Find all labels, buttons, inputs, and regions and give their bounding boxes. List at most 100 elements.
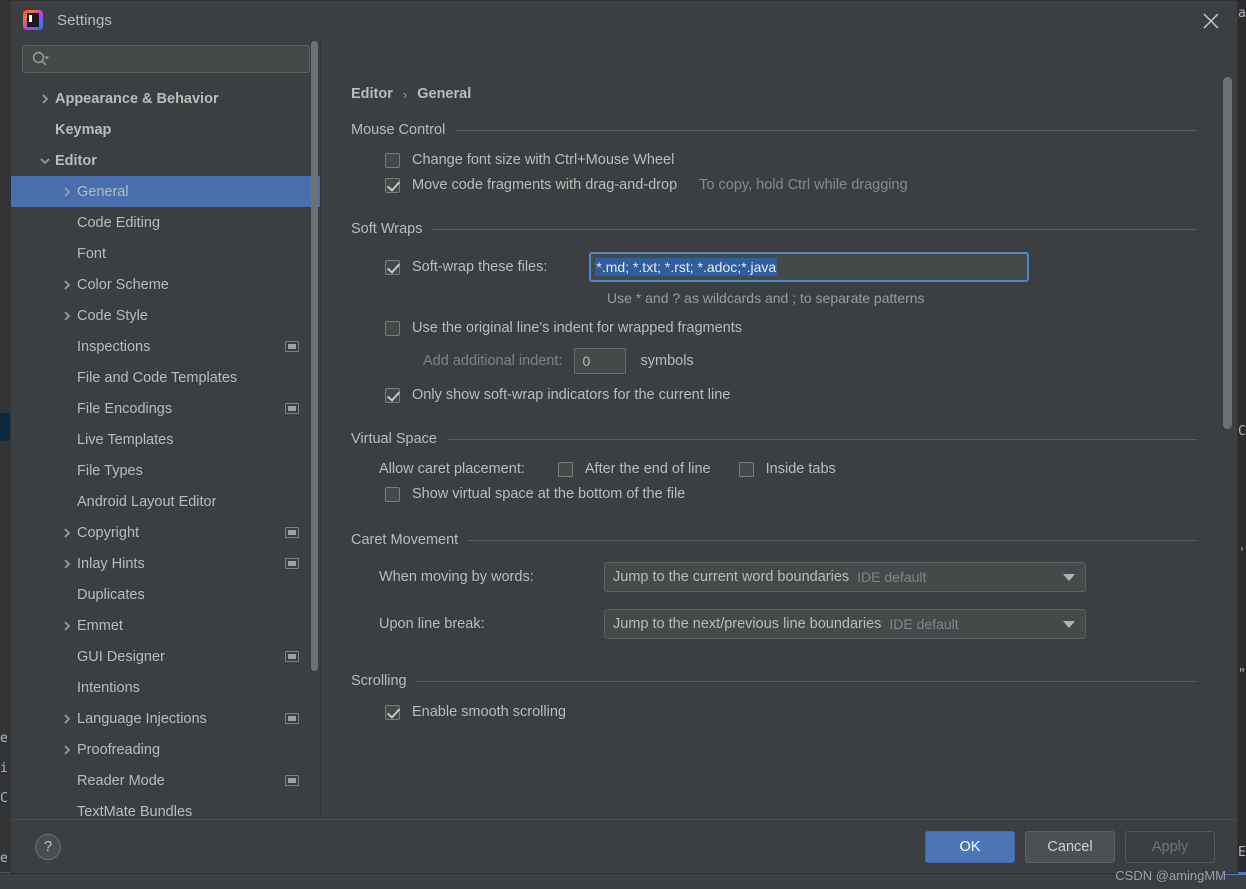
intellij-idea-icon [23,10,43,30]
checkbox-label[interactable]: Change font size with Ctrl+Mouse Wheel [412,152,674,168]
checkbox-label[interactable]: After the end of line [585,461,711,477]
project-settings-badge-icon [285,527,299,538]
when-moving-by-words-dropdown[interactable]: Jump to the current word boundaries IDE … [604,562,1086,592]
sidebar-item-android-layout-editor[interactable]: Android Layout Editor [11,486,321,517]
sidebar-item-label: Appearance & Behavior [55,90,219,107]
sidebar-scrollbar[interactable] [311,39,318,819]
wildcard-hint-row: Use * and ? as wildcards and ; to separa… [607,290,1237,306]
checkbox-show-virtual-space[interactable] [385,486,400,502]
sidebar-item-label: Keymap [55,121,112,138]
checkbox-soft-wrap-files[interactable] [385,259,400,275]
sidebar-item-code-editing[interactable]: Code Editing [11,207,321,238]
sidebar-item-reader-mode[interactable]: Reader Mode [11,765,321,796]
soft-wrap-patterns-input[interactable]: *.md; *.txt; *.rst; *.adoc;*.java [589,252,1030,282]
sidebar-item-label: Color Scheme [77,276,169,293]
sidebar-item-label: File Types [77,462,143,479]
sidebar-item-keymap[interactable]: Keymap [11,114,321,145]
upon-line-break-dropdown[interactable]: Jump to the next/previous line boundarie… [604,609,1086,639]
checkbox-label[interactable]: Only show soft-wrap indicators for the c… [412,387,730,403]
chevron-down-icon [1063,620,1075,628]
checkbox-row-move-code-fragments[interactable]: Move code fragments with drag-and-drop T… [385,177,1237,193]
sidebar-item-intentions[interactable]: Intentions [11,672,321,703]
sidebar-item-label: Inlay Hints [77,555,145,572]
dropdown-value: Jump to the next/previous line boundarie… [613,616,882,632]
sidebar-item-file-types[interactable]: File Types [11,455,321,486]
sidebar-item-color-scheme[interactable]: Color Scheme [11,269,321,300]
sidebar-scrollbar-thumb[interactable] [311,41,318,671]
chevron-right-icon[interactable] [61,558,73,570]
sidebar-item-textmate-bundles[interactable]: TextMate Bundles [11,796,321,820]
sidebar-item-editor[interactable]: Editor [11,145,321,176]
additional-indent-row[interactable]: Add additional indent: 0 symbols [423,348,1237,374]
soft-wrap-files-row[interactable]: Soft-wrap these files: *.md; *.txt; *.rs… [385,252,1237,282]
backdrop-right-edge [1238,0,1246,889]
chevron-right-icon[interactable] [61,620,73,632]
sidebar-item-code-style[interactable]: Code Style [11,300,321,331]
sidebar-item-proofreading[interactable]: Proofreading [11,734,321,765]
sidebar-item-gui-designer[interactable]: GUI Designer [11,641,321,672]
chevron-right-icon[interactable] [39,93,51,105]
checkbox-label[interactable]: Show virtual space at the bottom of the … [412,486,685,502]
original-indent-row[interactable]: Use the original line's indent for wrapp… [385,320,1237,336]
checkbox-label[interactable]: Move code fragments with drag-and-drop [412,177,677,193]
show-virtual-space-row[interactable]: Show virtual space at the bottom of the … [385,486,1237,502]
checkbox-after-end-of-line[interactable] [557,461,573,477]
checkbox-label[interactable]: Inside tabs [766,461,836,477]
checkbox-move-code-fragments[interactable] [385,177,400,193]
sidebar-item-file-and-code-templates[interactable]: File and Code Templates [11,362,321,393]
sidebar-item-emmet[interactable]: Emmet [11,610,321,641]
checkbox-inside-tabs[interactable] [738,461,754,477]
chevron-right-icon[interactable] [61,186,73,198]
section-soft-wraps: Soft Wraps Soft-wrap these files: *.md; … [351,221,1237,403]
chevron-right-icon[interactable] [61,310,73,322]
settings-tree[interactable]: Appearance & Behavior Keymap Editor General… [11,83,321,819]
section-virtual-space: Virtual Space Allow caret placement: Aft… [351,431,1237,502]
chevron-down-icon[interactable] [39,155,51,167]
cancel-button[interactable]: Cancel [1025,830,1115,863]
sidebar-item-label: File Encodings [77,400,173,417]
checkbox-smooth-scrolling[interactable] [385,704,400,720]
sidebar-item-label: Code Style [77,307,148,324]
sidebar-item-live-templates[interactable]: Live Templates [11,424,321,455]
project-settings-badge-icon [285,403,299,414]
additional-indent-input[interactable]: 0 [574,348,627,374]
breadcrumb-parent[interactable]: Editor [351,86,393,102]
sidebar-item-file-encodings[interactable]: File Encodings [11,393,321,424]
section-header: Virtual Space [351,431,1237,447]
sidebar-item-general[interactable]: General [11,176,321,207]
search-input[interactable] [53,51,301,67]
section-rule [468,539,1197,541]
checkbox-label[interactable]: Soft-wrap these files: [412,259,547,275]
project-settings-badge-icon [285,341,299,352]
sidebar-item-language-injections[interactable]: Language Injections [11,703,321,734]
checkbox-change-font-size[interactable] [385,152,400,168]
help-icon[interactable]: ? [35,833,61,860]
checkbox-row-change-font-size[interactable]: Change font size with Ctrl+Mouse Wheel [385,152,1237,168]
dropdown-subtext: IDE default [889,616,959,632]
ok-button[interactable]: OK [925,830,1015,863]
section-rule [455,129,1197,131]
search-box[interactable] [22,45,310,73]
backdrop-code-line: ' [1238,546,1246,561]
chevron-right-icon[interactable] [61,279,73,291]
smooth-scrolling-row[interactable]: Enable smooth scrolling [385,704,1237,720]
sidebar-item-inspections[interactable]: Inspections [11,331,321,362]
project-settings-badge-icon [285,775,299,786]
main-scrollbar-thumb[interactable] [1223,77,1232,429]
sidebar-item-duplicates[interactable]: Duplicates [11,579,321,610]
sidebar-item-font[interactable]: Font [11,238,321,269]
close-icon[interactable] [1199,9,1223,33]
chevron-right-icon[interactable] [61,713,73,725]
sidebar-item-label: Android Layout Editor [77,493,217,510]
only-show-indicators-row[interactable]: Only show soft-wrap indicators for the c… [385,387,1237,403]
sidebar-item-appearance-behavior[interactable]: Appearance & Behavior [11,83,321,114]
sidebar-item-inlay-hints[interactable]: Inlay Hints [11,548,321,579]
chevron-right-icon[interactable] [61,527,73,539]
checkbox-only-show-indicators[interactable] [385,387,400,403]
checkbox-label[interactable]: Use the original line's indent for wrapp… [412,320,742,336]
sidebar-item-label: Emmet [77,617,123,634]
checkbox-label[interactable]: Enable smooth scrolling [412,704,566,720]
chevron-right-icon[interactable] [61,744,73,756]
checkbox-original-indent[interactable] [385,320,400,336]
sidebar-item-copyright[interactable]: Copyright [11,517,321,548]
